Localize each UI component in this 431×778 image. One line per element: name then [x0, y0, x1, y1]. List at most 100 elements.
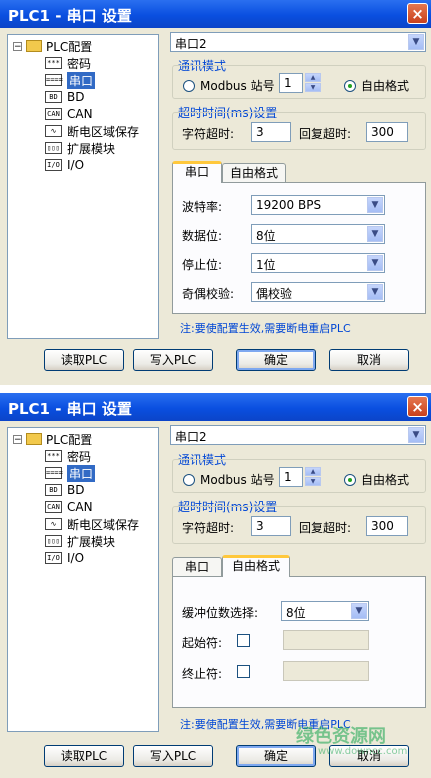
- tree-item-power-save[interactable]: ∿ 断电区域保存: [45, 123, 139, 139]
- chevron-down-icon[interactable]: ▼: [408, 34, 424, 50]
- collapse-icon[interactable]: −: [13, 41, 22, 51]
- tree-item-label: CAN: [67, 107, 93, 121]
- title-bar: PLC1 - 串口 设置 ×: [0, 0, 431, 28]
- chevron-down-icon[interactable]: ▼: [408, 427, 424, 443]
- title-bar: PLC1 - 串口 设置 ×: [0, 393, 431, 421]
- baud-rate-label: 波特率:: [182, 200, 223, 214]
- ok-button[interactable]: 确定: [236, 349, 316, 371]
- cancel-button[interactable]: 取消: [329, 349, 409, 371]
- ok-button[interactable]: 确定: [236, 745, 316, 767]
- char-timeout-input[interactable]: 3: [251, 122, 291, 142]
- data-bits-select[interactable]: 8位 ▼: [251, 224, 385, 244]
- parity-label: 奇偶校验:: [182, 287, 235, 301]
- chevron-down-icon[interactable]: ▼: [351, 603, 367, 619]
- window-title: PLC1 - 串口 设置: [8, 7, 132, 25]
- station-number-input[interactable]: 1: [279, 467, 303, 487]
- tree-item-can[interactable]: CAN CAN: [45, 499, 93, 515]
- tree-item-bd[interactable]: BD BD: [45, 482, 84, 498]
- buffer-bits-select[interactable]: 8位 ▼: [281, 601, 369, 621]
- start-char-input[interactable]: [283, 630, 369, 650]
- tree-item-io[interactable]: I/O I/O: [45, 157, 84, 173]
- spin-up-icon[interactable]: ▲: [305, 73, 321, 82]
- reply-timeout-label: 回复超时:: [299, 521, 352, 535]
- station-number-stepper[interactable]: ▲ ▼: [305, 73, 321, 93]
- tree-item-can[interactable]: CAN CAN: [45, 106, 93, 122]
- close-icon[interactable]: ×: [407, 396, 428, 417]
- folder-icon: [26, 40, 42, 52]
- power-save-icon: ∿: [45, 125, 62, 137]
- tree-item-label: I/O: [67, 551, 85, 565]
- baud-rate-select[interactable]: 19200 BPS ▼: [251, 195, 385, 215]
- tree-item-label: I/O: [67, 158, 85, 172]
- tab-free-format[interactable]: 自由格式: [222, 163, 286, 183]
- spin-down-icon[interactable]: ▼: [305, 477, 321, 486]
- tree-root-plc-config[interactable]: − PLC配置: [13, 431, 92, 447]
- modbus-radio[interactable]: Modbus 站号: [183, 77, 275, 94]
- char-timeout-input[interactable]: 3: [251, 516, 291, 536]
- stop-bits-label: 停止位:: [182, 258, 223, 272]
- tree-item-serial[interactable]: ==== 串口: [45, 464, 96, 482]
- tree-item-bd[interactable]: BD BD: [45, 89, 84, 105]
- station-number-stepper[interactable]: ▲ ▼: [305, 467, 321, 487]
- stop-bits-select[interactable]: 1位 ▼: [251, 253, 385, 273]
- tree-item-serial[interactable]: ==== 串口: [45, 71, 96, 89]
- parity-value: 偶校验: [256, 287, 293, 301]
- char-timeout-label: 字符超时:: [182, 521, 235, 535]
- data-bits-value: 8位: [256, 229, 276, 243]
- end-char-input[interactable]: [283, 661, 369, 681]
- collapse-icon[interactable]: −: [13, 434, 22, 444]
- tree-item-expansion[interactable]: ▯▯▯ 扩展模块: [45, 533, 115, 549]
- tree-item-password[interactable]: *** 密码: [45, 448, 91, 464]
- tree-root-plc-config[interactable]: − PLC配置: [13, 38, 92, 54]
- bd-icon: BD: [45, 484, 62, 496]
- close-icon[interactable]: ×: [407, 3, 428, 24]
- port-select[interactable]: 串口2 ▼: [170, 32, 426, 52]
- end-char-checkbox[interactable]: [237, 665, 250, 678]
- write-plc-button[interactable]: 写入PLC: [133, 349, 213, 371]
- config-tree: − PLC配置 *** 密码 ==== 串口 BD BD CAN CAN ∿ 断…: [7, 34, 159, 339]
- chevron-down-icon[interactable]: ▼: [367, 284, 383, 300]
- parity-select[interactable]: 偶校验 ▼: [251, 282, 385, 302]
- serial-port-icon: ====: [45, 467, 63, 479]
- dialog-serial-tab: PLC1 - 串口 设置 × − PLC配置 *** 密码 ==== 串口 BD…: [0, 0, 431, 385]
- reply-timeout-input[interactable]: 300: [366, 122, 408, 142]
- port-select[interactable]: 串口2 ▼: [170, 425, 426, 445]
- spin-down-icon[interactable]: ▼: [305, 83, 321, 92]
- station-number-input[interactable]: 1: [279, 73, 303, 93]
- tree-item-label: CAN: [67, 500, 93, 514]
- restart-note: 注:要使配置生效,需要断电重启PLC: [180, 322, 351, 335]
- password-icon: ***: [45, 57, 62, 69]
- power-save-icon: ∿: [45, 518, 62, 530]
- tree-item-label: 断电区域保存: [67, 517, 140, 532]
- read-plc-button[interactable]: 读取PLC: [44, 349, 124, 371]
- tree-item-label: 断电区域保存: [67, 124, 140, 139]
- bd-icon: BD: [45, 91, 62, 103]
- read-plc-button[interactable]: 读取PLC: [44, 745, 124, 767]
- tree-root-label: PLC配置: [46, 39, 93, 54]
- tree-item-label: 扩展模块: [67, 141, 116, 156]
- serial-port-icon: ====: [45, 74, 63, 86]
- free-format-radio[interactable]: 自由格式: [344, 471, 409, 488]
- tree-item-expansion[interactable]: ▯▯▯ 扩展模块: [45, 140, 115, 156]
- expansion-module-icon: ▯▯▯: [45, 535, 62, 547]
- tree-item-power-save[interactable]: ∿ 断电区域保存: [45, 516, 139, 532]
- tab-serial[interactable]: 串口: [172, 161, 222, 183]
- start-char-checkbox[interactable]: [237, 634, 250, 647]
- spin-up-icon[interactable]: ▲: [305, 467, 321, 476]
- modbus-radio[interactable]: Modbus 站号: [183, 471, 275, 488]
- reply-timeout-label: 回复超时:: [299, 127, 352, 141]
- tree-item-io[interactable]: I/O I/O: [45, 550, 84, 566]
- reply-timeout-input[interactable]: 300: [366, 516, 408, 536]
- chevron-down-icon[interactable]: ▼: [367, 197, 383, 213]
- tab-free-format[interactable]: 自由格式: [222, 555, 290, 577]
- tree-item-password[interactable]: *** 密码: [45, 55, 91, 71]
- write-plc-button[interactable]: 写入PLC: [133, 745, 213, 767]
- radio-off-icon: [183, 79, 195, 92]
- tree-item-label: BD: [67, 483, 85, 497]
- chevron-down-icon[interactable]: ▼: [367, 255, 383, 271]
- chevron-down-icon[interactable]: ▼: [367, 226, 383, 242]
- tab-serial[interactable]: 串口: [172, 557, 222, 577]
- radio-off-icon: [183, 473, 195, 486]
- free-format-radio[interactable]: 自由格式: [344, 77, 409, 94]
- config-tree: − PLC配置 *** 密码 ==== 串口 BD BD CAN CAN ∿ 断…: [7, 427, 159, 732]
